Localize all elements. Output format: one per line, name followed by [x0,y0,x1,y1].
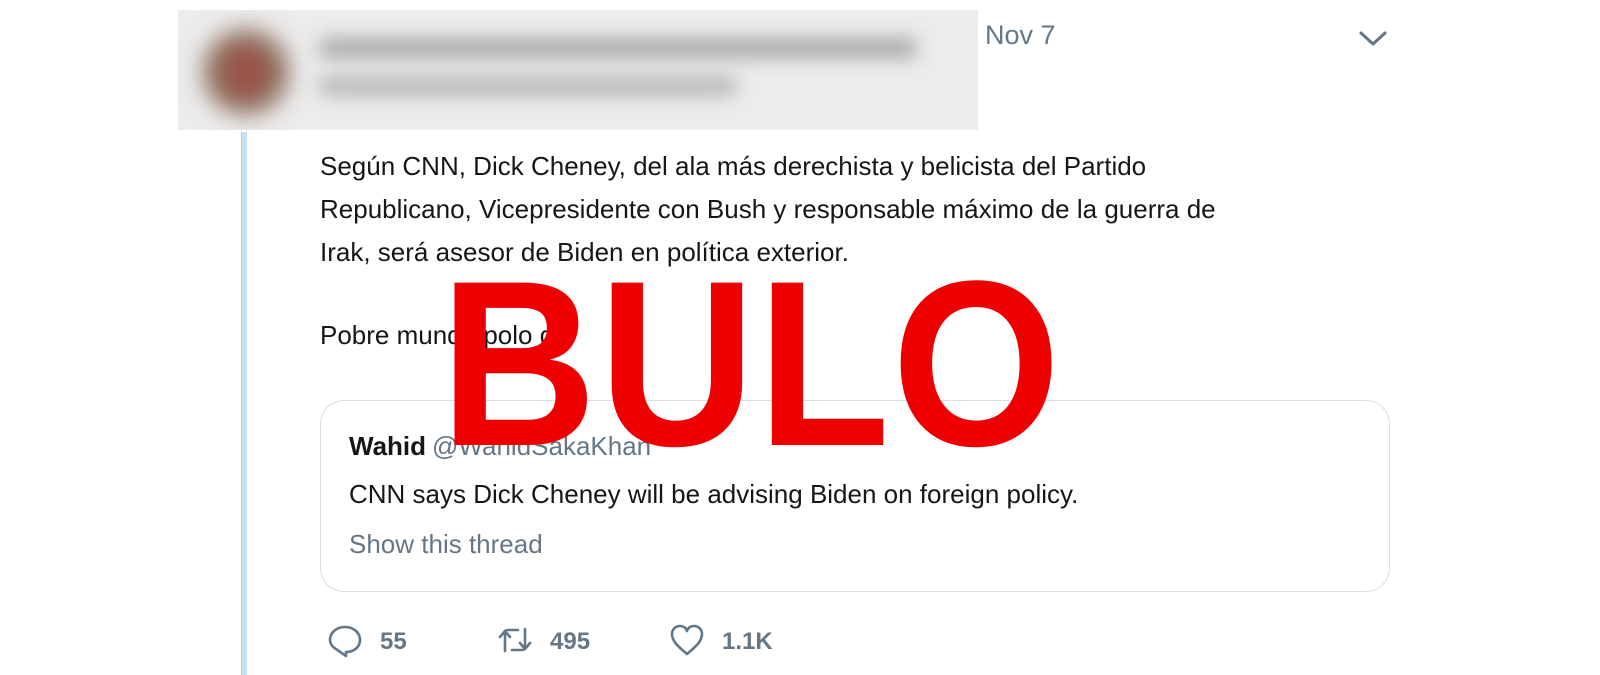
like-count: 1.1K [722,628,773,655]
retweet-count: 495 [550,628,591,655]
retweet-icon [496,621,534,664]
show-thread-link[interactable]: Show this thread [349,529,543,560]
reply-icon [326,621,364,664]
tweet-date[interactable]: Nov 7 [985,20,1056,51]
tweet-screenshot: Nov 7 Según CNN, Dick Cheney, del ala má… [0,0,1600,675]
quoted-author-name: Wahid [349,431,427,461]
tweet-text-line: Republicano, Vicepresidente con Bush y r… [320,194,1216,224]
reply-count: 55 [380,628,407,655]
bulo-stamp: BULO [440,232,1063,496]
retweet-button[interactable]: 495 [496,622,590,662]
blurred-author-name [318,38,918,58]
reply-button[interactable]: 55 [326,622,407,662]
like-button[interactable]: 1.1K [668,622,773,662]
blurred-author-handle [318,76,738,96]
chevron-down-icon[interactable] [1357,26,1389,50]
thread-line [241,132,247,675]
tweet-text-line: Según CNN, Dick Cheney, del ala más dere… [320,151,1147,181]
like-icon [668,621,706,664]
avatar[interactable] [198,24,294,120]
blurred-author-header [178,10,978,130]
